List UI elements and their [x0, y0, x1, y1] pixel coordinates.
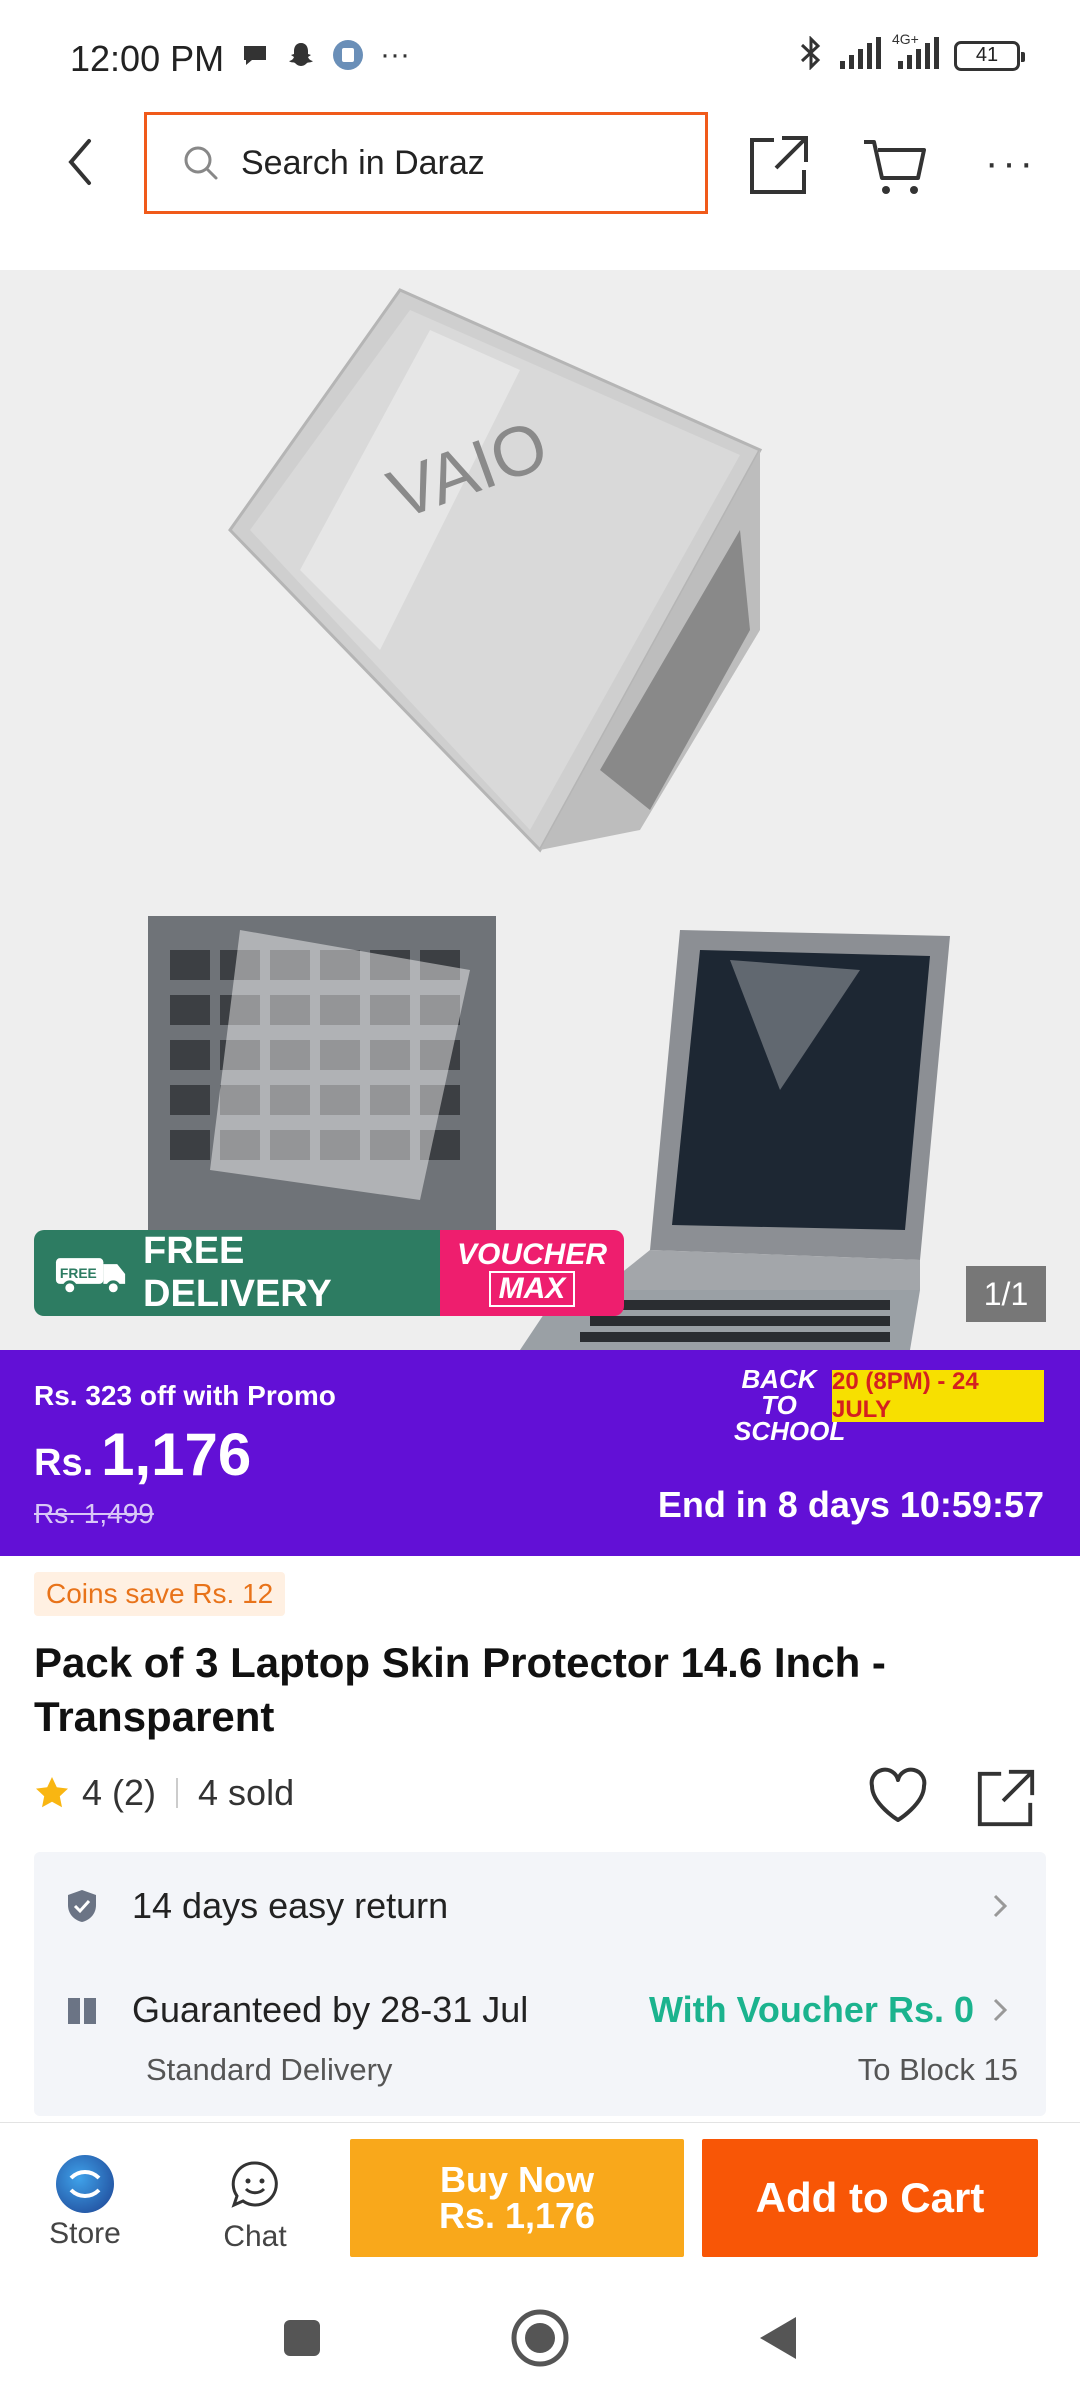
buy-now-button[interactable]: Buy Now Rs. 1,176	[350, 2139, 684, 2257]
original-price: Rs. 1,499	[34, 1498, 154, 1529]
return-policy-row[interactable]: 14 days easy return	[34, 1884, 1046, 1928]
store-button[interactable]: Store	[30, 2155, 140, 2251]
product-title: Pack of 3 Laptop Skin Protector 14.6 Inc…	[34, 1639, 886, 1740]
chevron-right-icon	[993, 1998, 1008, 2022]
delivery-truck-icon: FREE	[55, 1258, 126, 1296]
signal-icon	[838, 37, 882, 74]
bts-line2: SCHOOL	[734, 1416, 846, 1446]
cart-button[interactable]	[860, 134, 930, 198]
bottom-action-bar: Store Chat Buy Now Rs. 1,176 Add to Cart	[0, 2122, 1080, 2272]
circle-icon	[511, 2309, 569, 2367]
recents-button[interactable]	[272, 2308, 332, 2368]
promo-banner[interactable]: FREE FREE DELIVERY VOUCHER MAX	[34, 1230, 624, 1316]
shield-check-icon	[68, 1890, 96, 1922]
bts-line1: BACK TO	[741, 1364, 817, 1420]
divider	[176, 1778, 179, 1808]
search-placeholder: Search in Daraz	[241, 143, 485, 182]
sold-count: 4 sold	[198, 1772, 295, 1813]
chevron-right-icon	[993, 1894, 1008, 1918]
delivery-type: Standard Delivery	[146, 2052, 393, 2087]
top-nav: Search in Daraz ···	[0, 108, 1080, 218]
share-icon	[750, 136, 808, 194]
current-price: Rs. 1,176	[34, 1420, 251, 1489]
campaign-dates: 20 (8PM) - 24 JULY	[832, 1368, 1044, 1423]
wishlist-button[interactable]	[866, 1766, 930, 1826]
snapchat-icon	[286, 40, 316, 70]
search-input[interactable]: Search in Daraz	[144, 112, 708, 214]
rating-count: (2)	[112, 1772, 157, 1813]
square-icon	[284, 2320, 320, 2356]
back-nav-button[interactable]	[748, 2308, 808, 2368]
product-image[interactable]: VAIO	[0, 270, 1080, 1350]
countdown-timer: End in 8 days 10:59:57	[657, 1484, 1044, 1525]
product-share-button[interactable]	[974, 1766, 1038, 1830]
chat-button[interactable]: Chat	[200, 2159, 310, 2254]
free-delivery-badge: FREE FREE DELIVERY	[34, 1230, 440, 1316]
voucher-max-badge: VOUCHER MAX	[440, 1230, 624, 1316]
service-info-card: 14 days easy return Guaranteed by 28-31 …	[34, 1852, 1046, 2116]
delivery-text: Guaranteed by 28-31 Jul	[132, 1989, 529, 2030]
max-label: MAX	[488, 1271, 576, 1307]
status-time: 12:00 PM	[70, 38, 225, 79]
rating-value: 4	[82, 1772, 103, 1813]
back-button[interactable]	[50, 132, 110, 192]
free-delivery-label: FREE DELIVERY	[143, 1230, 332, 1315]
status-right: 4G+ 41	[798, 31, 1025, 75]
battery-icon: 41	[954, 40, 1025, 71]
product-photo: VAIO	[0, 270, 1080, 1350]
chat-icon	[231, 2161, 278, 2208]
signal-4g-icon: 4G+	[892, 31, 940, 74]
return-text: 14 days easy return	[132, 1885, 449, 1926]
free-tag: FREE	[60, 1265, 97, 1281]
currency-label: Rs.	[34, 1442, 94, 1484]
home-button[interactable]	[510, 2308, 570, 2368]
store-label: Store	[49, 2217, 121, 2250]
package-icon	[68, 1998, 96, 2024]
delivery-voucher-text: With Voucher Rs. 0	[648, 1989, 974, 2030]
battery-level: 41	[975, 44, 999, 66]
back-to-school-logo: BACK TO SCHOOL	[734, 1364, 846, 1446]
message-bubble-icon	[240, 40, 270, 70]
triangle-back-icon	[760, 2317, 796, 2359]
share-icon	[977, 1769, 1035, 1827]
promo-discount-text: Rs. 323 off with Promo	[34, 1380, 336, 1411]
delivery-row[interactable]: Guaranteed by 28-31 Jul With Voucher Rs.…	[34, 1988, 1046, 2032]
system-navigation-bar	[0, 2272, 1080, 2400]
more-notifications-icon: ···	[380, 38, 410, 71]
star-icon	[36, 1777, 68, 1808]
notification-icons: ···	[240, 38, 410, 72]
status-bar: 12:00 PM ··· 4G+ 41	[0, 0, 1080, 112]
search-icon	[184, 146, 218, 180]
app-notification-icon	[332, 39, 364, 71]
cart-icon	[864, 140, 926, 194]
price-band: Rs. 323 off with Promo Rs. 1,176 Rs. 1,49…	[0, 1350, 1080, 1556]
buy-now-price: Rs. 1,176	[438, 2195, 596, 2236]
store-logo-icon	[56, 2155, 114, 2213]
more-options-button[interactable]: ···	[982, 138, 1040, 188]
rating-row[interactable]: 4 (2) 4 sold	[34, 1772, 294, 1814]
add-to-cart-button[interactable]: Add to Cart	[702, 2139, 1038, 2257]
heart-icon	[869, 1767, 927, 1822]
chat-label: Chat	[223, 2220, 287, 2253]
buy-now-label: Buy Now	[439, 2159, 594, 2200]
chevron-left-icon	[68, 139, 91, 185]
voucher-label: VOUCHER	[456, 1238, 607, 1271]
coins-badge: Coins save Rs. 12	[34, 1572, 286, 1616]
price-amount: 1,176	[101, 1421, 252, 1488]
delivery-location: To Block 15	[857, 2052, 1018, 2087]
share-button[interactable]	[746, 132, 812, 198]
bluetooth-icon	[798, 35, 824, 75]
image-counter: 1/1	[966, 1266, 1046, 1322]
